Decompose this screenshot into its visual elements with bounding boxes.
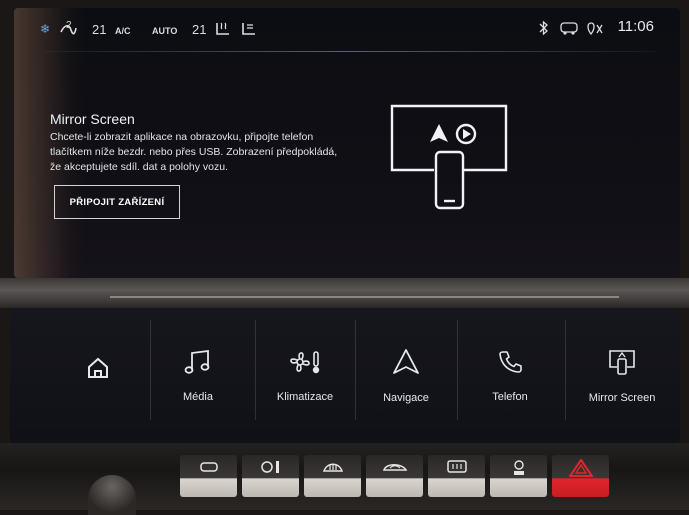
dock-label-navigation: Navigace bbox=[383, 391, 429, 404]
music-note-icon bbox=[183, 348, 213, 381]
fan-level-value: 2 bbox=[66, 20, 72, 31]
dock-divider bbox=[565, 320, 566, 420]
volume-knob[interactable] bbox=[88, 475, 136, 515]
mirror-screen-title: Mirror Screen bbox=[50, 111, 135, 127]
dock-item-phone[interactable]: Telefon bbox=[460, 316, 560, 434]
temp-left[interactable]: 21 bbox=[92, 22, 106, 37]
dock-label-climate: Klimatizace bbox=[276, 390, 334, 403]
fan-heat-icon bbox=[260, 461, 279, 473]
dock-divider bbox=[457, 320, 458, 420]
clock: 11:06 bbox=[617, 18, 654, 35]
mirror-screen-description: Chcete-li zobrazit aplikace na obrazovku… bbox=[50, 131, 338, 173]
front-defrost-button[interactable] bbox=[304, 455, 361, 497]
dock-item-climate[interactable]: Klimatizace bbox=[255, 316, 355, 434]
navigation-arrow-icon bbox=[391, 347, 421, 382]
seat-heat-icon[interactable] bbox=[214, 21, 232, 42]
bluetooth-icon bbox=[539, 20, 549, 41]
dock-item-media[interactable]: Média bbox=[148, 316, 248, 434]
dock-item-navigation[interactable]: Navigace bbox=[356, 316, 456, 434]
dock-label-mirror-screen: Mirror Screen bbox=[588, 391, 656, 404]
recirculation-icon bbox=[382, 464, 407, 471]
bezel-trim bbox=[110, 296, 619, 298]
dock-item-home[interactable] bbox=[48, 316, 148, 434]
location-sharing-icon bbox=[585, 20, 605, 41]
phone-device-icon bbox=[434, 150, 465, 210]
front-defrost-icon bbox=[322, 463, 343, 472]
status-divider bbox=[44, 51, 656, 52]
seat-vent-icon[interactable] bbox=[240, 21, 258, 42]
rear-defrost-button[interactable] bbox=[428, 455, 485, 497]
dock-item-mirror-screen[interactable]: Mirror Screen bbox=[567, 316, 677, 434]
rear-defrost-icon bbox=[446, 460, 467, 473]
mirror-screen-illustration bbox=[384, 98, 514, 218]
screen-bezel bbox=[0, 278, 689, 308]
temp-right[interactable]: 21 bbox=[192, 22, 206, 37]
seat-button[interactable] bbox=[180, 455, 237, 497]
dock-label-media: Média bbox=[183, 390, 213, 403]
recirculation-button[interactable] bbox=[366, 455, 423, 497]
main-screen: ❄ 2 21 A/C AUTO 21 11:06 Mirror Screen C… bbox=[14, 8, 680, 278]
seat-icon bbox=[199, 462, 218, 472]
home-icon bbox=[85, 355, 111, 386]
dock-label-phone: Telefon bbox=[492, 390, 528, 403]
shortcut-dock: Média Klimatizace Navigace Telefon Mirro… bbox=[10, 308, 680, 443]
mirror-screen-icon bbox=[607, 347, 637, 382]
ac-off-icon bbox=[513, 460, 524, 475]
hazard-icon bbox=[568, 459, 593, 477]
connect-device-button[interactable]: PŘIPOJIT ZAŘÍZENÍ bbox=[54, 185, 180, 219]
hazard-button[interactable] bbox=[552, 455, 609, 497]
snowflake-icon: ❄ bbox=[40, 22, 51, 36]
auto-label[interactable]: AUTO bbox=[152, 26, 177, 36]
phone-icon bbox=[496, 348, 524, 381]
carplay-arrow-icon bbox=[430, 124, 448, 142]
status-bar: ❄ 2 21 A/C AUTO 21 11:06 bbox=[14, 8, 680, 56]
car-connect-icon bbox=[559, 20, 579, 41]
ac-label[interactable]: A/C bbox=[115, 26, 131, 36]
ac-off-button[interactable] bbox=[490, 455, 547, 497]
climate-icon bbox=[288, 348, 322, 381]
fan-heat-button[interactable] bbox=[242, 455, 299, 497]
